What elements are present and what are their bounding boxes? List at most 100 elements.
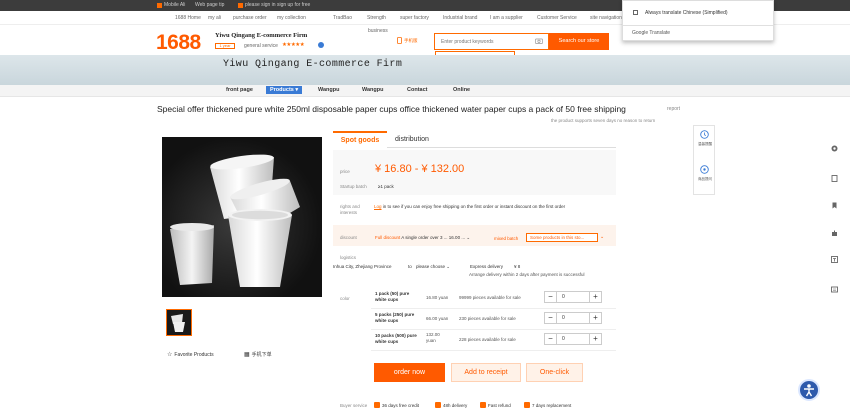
shop-nav-wangpu-2[interactable]: Wangpu — [362, 87, 383, 93]
report-link[interactable]: report — [667, 106, 680, 112]
phone-order-button[interactable]: ▦ 手机下单 — [244, 351, 272, 358]
nav-industrial-brand[interactable]: Industrial brand — [443, 15, 477, 21]
service-refund: Fast refund — [480, 402, 511, 408]
nav-site-navigation[interactable]: site navigation — [590, 15, 622, 21]
quantity-value[interactable]: 0 — [562, 315, 565, 321]
quantity-value[interactable]: 0 — [562, 336, 565, 342]
bookmark-icon[interactable] — [831, 202, 838, 209]
batch-value: ≥1 pack — [378, 184, 394, 189]
reminder-icon[interactable] — [700, 130, 709, 139]
nav-purchase-order[interactable]: purchase order — [233, 15, 267, 21]
quantity-stepper: − 0 + — [544, 291, 602, 303]
full-discount-text: A single order over 3 ... 16.00 ... — [401, 235, 466, 240]
mobile-label: 手机版 — [404, 37, 418, 43]
refund-icon — [480, 402, 486, 408]
logistics-destination-select[interactable]: please choose ⌄ — [416, 264, 450, 270]
nav-strength[interactable]: Strength — [367, 15, 386, 21]
favorite-products-button[interactable]: ☆ Favorite Products — [167, 351, 214, 359]
mobile-version-link[interactable]: 手机版 — [397, 37, 418, 44]
shop-banner — [0, 55, 850, 85]
express-label: Express delivery — [470, 264, 504, 269]
mixed-batch-select[interactable]: Some products in this sto... — [526, 233, 598, 242]
site-logo[interactable]: 1688 — [156, 31, 201, 55]
extension-bar — [820, 120, 850, 300]
chevron-down-icon: ⌄ — [446, 264, 451, 269]
quantity-value[interactable]: 0 — [562, 294, 565, 300]
copy-icon[interactable] — [831, 175, 838, 182]
decrement-button[interactable]: − — [545, 334, 557, 344]
phone-icon — [157, 2, 162, 8]
service-credit: 36 days free credit — [374, 402, 419, 408]
login-link[interactable]: Log — [374, 204, 382, 209]
one-click-button[interactable]: One-click — [526, 363, 583, 382]
shop-name[interactable]: Yiwu Qingang E-commerce Firm — [215, 32, 307, 39]
sku-row: 5 packs (250) pure white cups 66.00 yuan… — [371, 309, 616, 330]
add-to-receipt-button[interactable]: Add to receipt — [451, 363, 521, 382]
sku-row: 10 packs (500) pure white cups 132.00 yu… — [371, 330, 616, 351]
always-translate-checkbox[interactable] — [633, 10, 638, 15]
reminder-label[interactable]: 温馨提醒 — [697, 142, 713, 146]
shop-nav-online[interactable]: Online — [453, 87, 470, 93]
always-translate-label[interactable]: Always translate Chinese (Simplified) — [645, 10, 728, 16]
chevron-down-icon: ⌄ — [466, 235, 471, 240]
quantity-stepper: − 0 + — [544, 333, 602, 345]
accessibility-icon — [804, 384, 814, 397]
order-now-button[interactable]: order now — [374, 363, 445, 382]
tab-spot-goods[interactable]: Spot goods — [333, 131, 387, 148]
decrement-button[interactable]: − — [545, 313, 557, 323]
rights-text-row: Log in to see if you can enjoy free ship… — [374, 204, 565, 209]
assistant-chat-button[interactable] — [798, 379, 820, 401]
nav-my-ali[interactable]: my ali — [208, 15, 221, 21]
web-tip-link[interactable]: Web page tip — [195, 2, 224, 8]
question-icon[interactable] — [700, 165, 709, 174]
service-text: 48h delivery — [443, 402, 468, 408]
screenshot-icon[interactable] — [831, 286, 838, 293]
chat-icon[interactable] — [318, 42, 324, 48]
shop-nav-products[interactable]: Products ▾ — [266, 86, 303, 94]
banner-title: Yiwu Qingang E-commerce Firm — [223, 59, 403, 70]
product-main-image[interactable] — [162, 137, 322, 297]
sku-name: 1 pack (50) pure white cups — [375, 291, 410, 302]
translate-popup: Always translate Chinese (Simplified) Go… — [622, 0, 774, 41]
service-label: general service — [244, 43, 278, 49]
nav-my-collection[interactable]: my collection — [277, 15, 306, 21]
full-discount-row[interactable]: Full discount A single order over 3 ... … — [375, 235, 470, 241]
user-icon — [238, 2, 243, 8]
eye-icon[interactable] — [831, 145, 838, 152]
rights-text: in to see if you can enjoy free shipping… — [382, 204, 566, 209]
sku-row: 1 pack (50) pure white cups 16.80 yuan 9… — [371, 288, 616, 309]
mixed-batch-label: mixed batch — [494, 236, 519, 241]
top-bar-label: please sign in sign up for free — [245, 2, 311, 8]
sku-stock: 99999 pieces available for sale — [459, 295, 521, 300]
sku-name: 5 packs (250) pure white cups — [375, 312, 415, 323]
text-icon[interactable] — [831, 256, 838, 263]
question-label[interactable]: 商品提问 — [697, 177, 713, 181]
side-float-panel: 温馨提醒 商品提问 — [693, 125, 715, 195]
nav-customer-service[interactable]: Customer Service — [537, 15, 577, 21]
search-input[interactable] — [441, 39, 531, 45]
mobile-ali-link[interactable]: Mobile Ali — [157, 2, 185, 8]
increment-button[interactable]: + — [589, 313, 601, 323]
shop-nav-contact[interactable]: Contact — [407, 87, 427, 93]
search-store-button[interactable]: Search our store — [549, 33, 609, 50]
price-range: ¥ 16.80 - ¥ 132.00 — [375, 163, 465, 175]
shop-nav-wangpu[interactable]: Wangpu — [318, 87, 339, 93]
tab-distribution[interactable]: distribution — [395, 136, 429, 143]
increment-button[interactable]: + — [589, 334, 601, 344]
nav-home[interactable]: 1688 Home — [175, 15, 201, 21]
nav-super-factory[interactable]: super factory — [400, 15, 429, 21]
logistics-to: to — [408, 264, 412, 269]
nav-tradbao[interactable]: TradBao — [333, 15, 352, 21]
shop-nav-front-page[interactable]: front page — [226, 87, 253, 93]
product-title: Special offer thickened pure white 250ml… — [157, 104, 626, 114]
search-box — [434, 33, 549, 50]
increment-button[interactable]: + — [589, 292, 601, 302]
sign-in-link[interactable]: please sign in sign up for free — [238, 2, 310, 8]
decrement-button[interactable]: − — [545, 292, 557, 302]
nav-supplier[interactable]: I am a supplier — [490, 15, 523, 21]
camera-icon[interactable] — [535, 38, 543, 44]
chevron-down-icon[interactable]: ⌄ — [600, 234, 604, 240]
puzzle-icon[interactable] — [831, 230, 838, 237]
product-thumbnail[interactable] — [166, 309, 192, 336]
sku-price: 66.00 yuan — [426, 316, 449, 321]
